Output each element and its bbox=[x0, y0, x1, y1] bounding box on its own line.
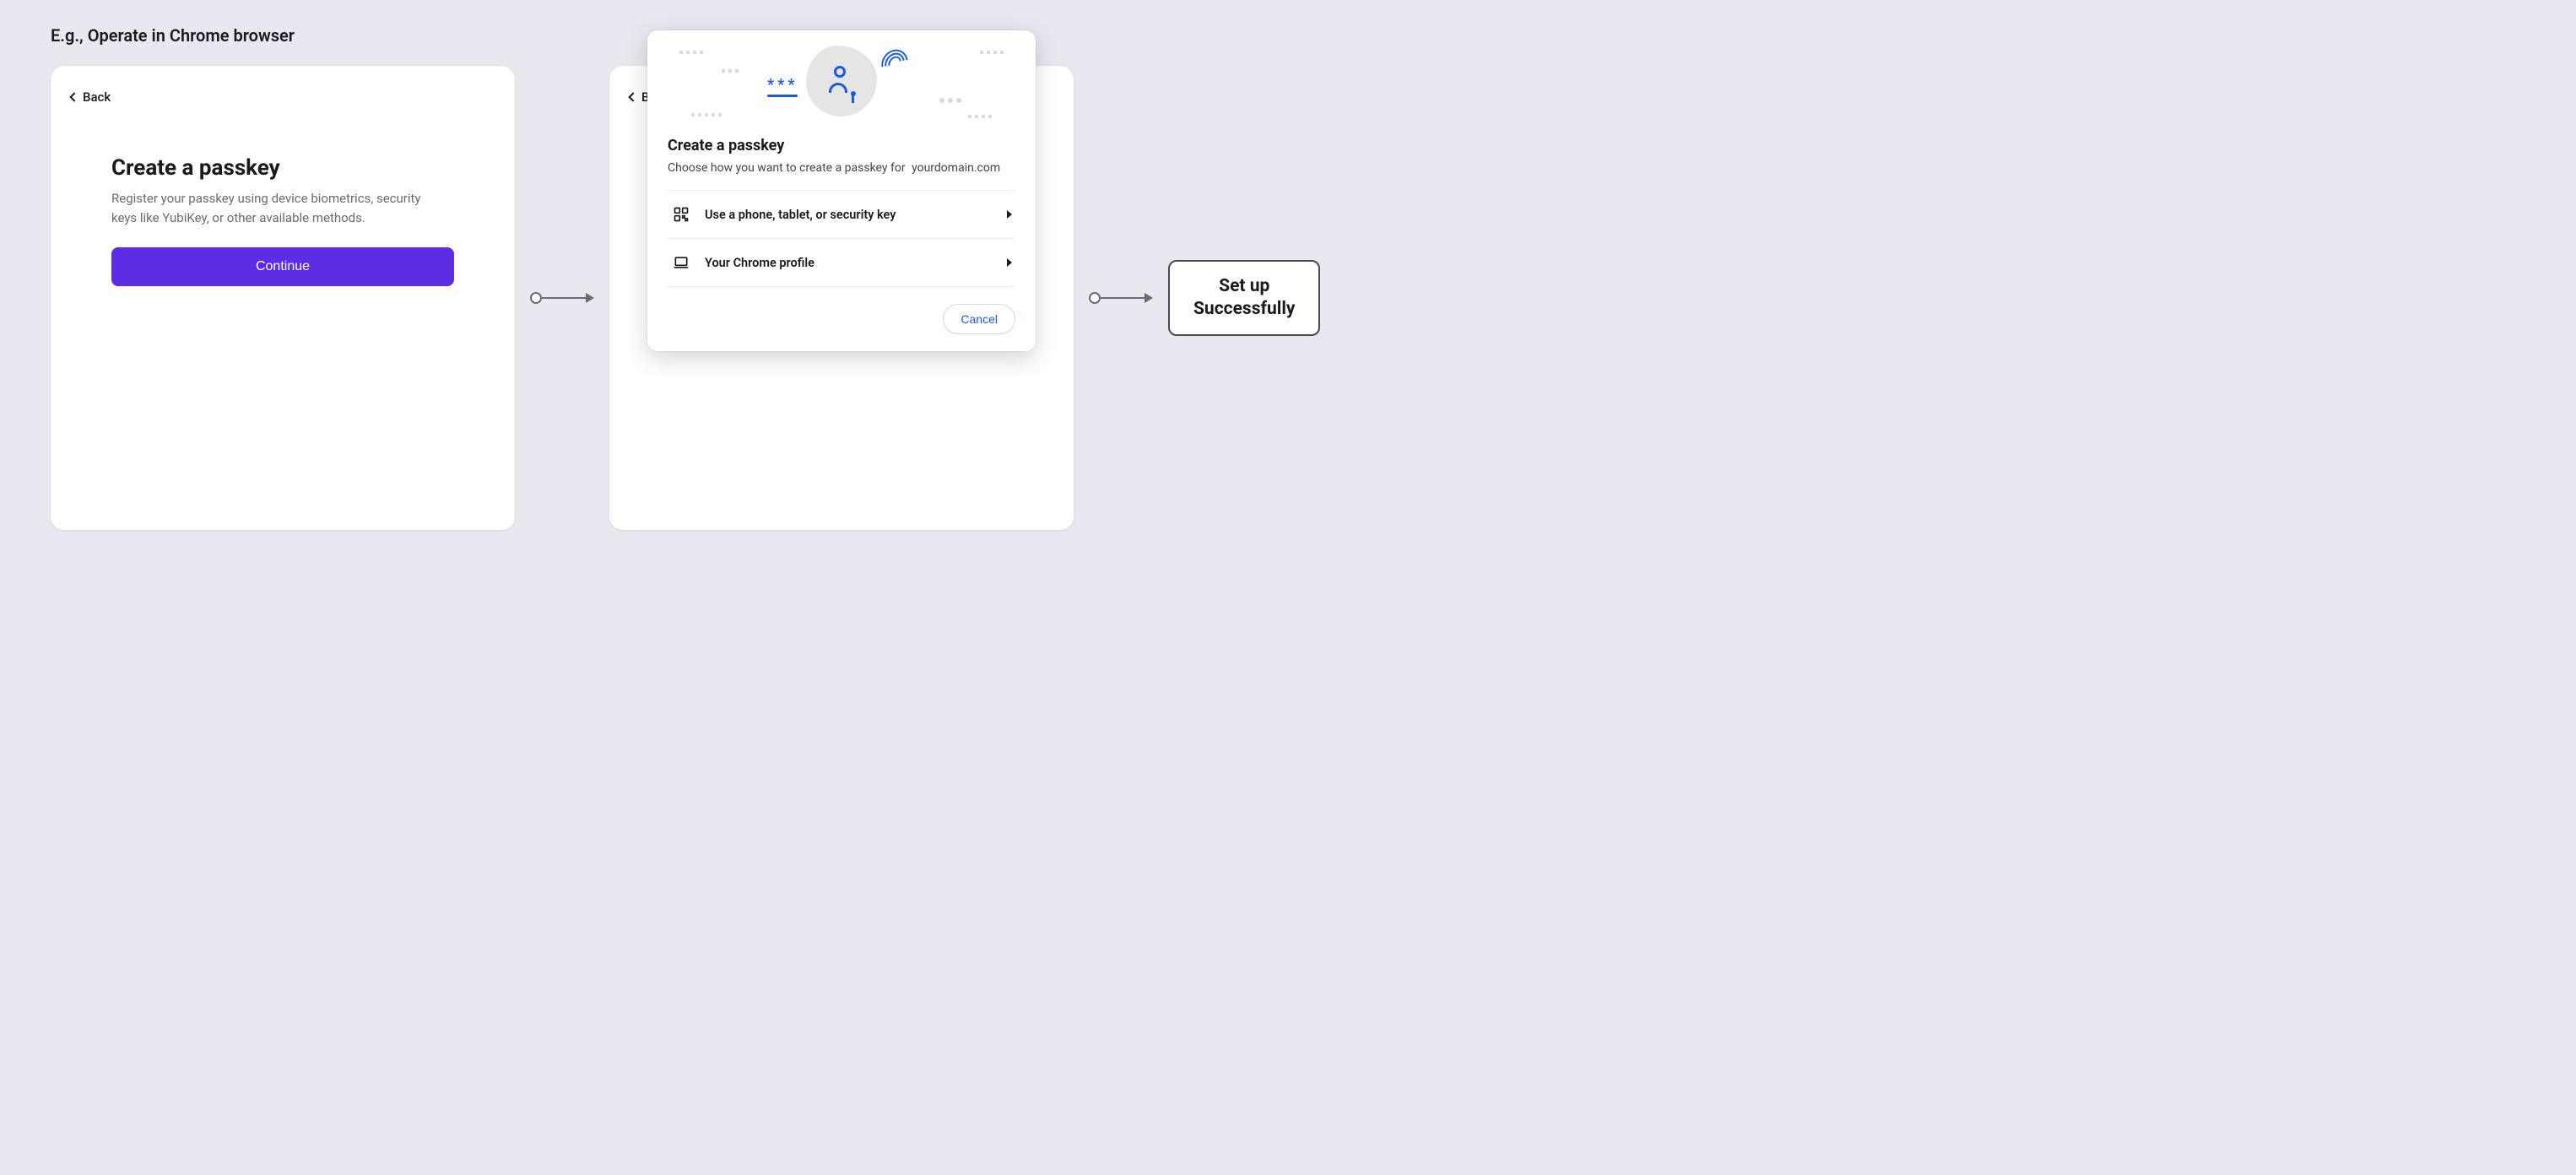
qr-device-icon bbox=[671, 206, 691, 223]
dialog-subtitle: Choose how you want to create a passkey … bbox=[668, 161, 1015, 175]
cancel-button[interactable]: Cancel bbox=[943, 304, 1015, 334]
dialog-domain: yourdomain.com bbox=[912, 161, 1000, 175]
flow-arrow-icon bbox=[530, 292, 594, 304]
example-caption: E.g., Operate in Chrome browser bbox=[51, 25, 2525, 46]
success-line2: Successfully bbox=[1193, 298, 1295, 321]
success-box: Set up Successfully bbox=[1168, 260, 1320, 337]
dialog-subtitle-text: Choose how you want to create a passkey … bbox=[668, 161, 906, 175]
password-stars-icon: *** bbox=[767, 76, 798, 94]
laptop-icon bbox=[671, 254, 691, 271]
dialog-illustration: *** bbox=[668, 30, 1015, 132]
user-key-icon bbox=[829, 66, 854, 96]
success-line1: Set up bbox=[1193, 275, 1295, 298]
continue-button[interactable]: Continue bbox=[111, 247, 454, 286]
chevron-left-icon bbox=[628, 92, 637, 101]
step1-title: Create a passkey bbox=[111, 155, 454, 181]
option-phone-tablet-key[interactable]: Use a phone, tablet, or security key bbox=[668, 191, 1015, 239]
option-label: Your Chrome profile bbox=[705, 256, 993, 270]
dialog-title: Create a passkey bbox=[668, 137, 1015, 154]
step2-stage: B *** bbox=[609, 66, 1074, 530]
chevron-left-icon bbox=[69, 92, 78, 101]
fingerprint-icon bbox=[882, 49, 907, 78]
passkey-dialog: *** Create a passkey Choose how you want… bbox=[647, 30, 1036, 351]
flow-arrow-icon bbox=[1089, 292, 1153, 304]
option-list: Use a phone, tablet, or security key You… bbox=[668, 190, 1015, 287]
chevron-right-icon bbox=[1007, 258, 1012, 267]
step1-body: Create a passkey Register your passkey u… bbox=[71, 105, 495, 286]
chevron-right-icon bbox=[1007, 210, 1012, 219]
back-label: Back bbox=[83, 89, 111, 105]
step1-card: Back Create a passkey Register your pass… bbox=[51, 66, 515, 530]
step1-description: Register your passkey using device biome… bbox=[111, 189, 449, 227]
passkey-illustration-icon: *** bbox=[806, 46, 877, 116]
option-chrome-profile[interactable]: Your Chrome profile bbox=[668, 239, 1015, 287]
option-label: Use a phone, tablet, or security key bbox=[705, 208, 993, 222]
back-button[interactable]: Back bbox=[71, 89, 495, 105]
dialog-actions: Cancel bbox=[668, 287, 1015, 334]
flow-row: Back Create a passkey Register your pass… bbox=[51, 66, 2525, 530]
